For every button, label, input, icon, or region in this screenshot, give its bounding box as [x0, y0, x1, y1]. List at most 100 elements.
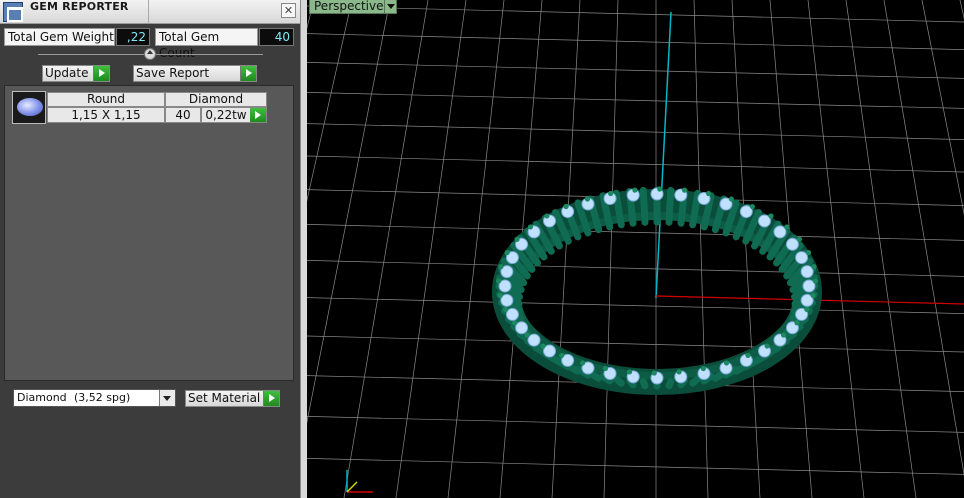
prong-bead	[498, 264, 504, 270]
prong-bead	[812, 278, 819, 284]
gem-material-header: Diamond	[165, 92, 267, 107]
prong-bead	[745, 352, 751, 359]
ring-prong	[665, 186, 675, 226]
prong-bead	[511, 320, 518, 326]
gem-shape-header: Round	[47, 92, 165, 107]
y-axis-line	[655, 11, 672, 299]
prong-bead	[563, 203, 569, 210]
chevron-down-icon[interactable]	[159, 390, 175, 406]
viewport-label[interactable]: Perspective	[309, 0, 389, 14]
prong-bead	[728, 196, 734, 202]
prong-bead	[804, 306, 810, 313]
diamond-stone	[500, 293, 514, 307]
grid-line-horizontal	[307, 155, 964, 173]
update-button[interactable]: Update	[42, 65, 110, 82]
grid-line-horizontal	[307, 458, 964, 475]
prong-bead	[676, 369, 682, 375]
prong-bead	[502, 306, 509, 313]
viewport-scene	[307, 0, 964, 498]
prong-bead	[805, 249, 812, 256]
grid-line-vertical	[921, 0, 964, 216]
grid-line-vertical	[395, 0, 467, 498]
grid	[307, 0, 964, 498]
ring-prong	[689, 375, 702, 387]
play-arrow-icon	[240, 66, 256, 81]
prong-bead	[651, 370, 657, 376]
ring-prong	[665, 378, 675, 390]
prong-bead	[768, 213, 774, 219]
total-gem-weight-value: ,22	[116, 28, 150, 46]
prong-bead	[504, 249, 510, 256]
diamond-stone	[800, 265, 814, 279]
gem-list: Round Diamond 1,15 X 1,15 40 0,22tw	[4, 85, 294, 381]
gem-reporter-icon	[3, 2, 23, 22]
update-button-label: Update	[45, 66, 89, 80]
prong-bead	[580, 360, 586, 366]
prong-bead	[705, 190, 712, 197]
prong-bead	[527, 224, 534, 230]
grid-line-horizontal	[307, 5, 964, 23]
diamond-stone	[505, 307, 519, 321]
prong-bead	[723, 360, 730, 366]
prong-bead	[626, 369, 633, 375]
prong-bead	[811, 264, 817, 270]
slider-thumb[interactable]	[144, 48, 156, 60]
gem-count-cell: 40	[165, 107, 201, 123]
material-select[interactable]: Diamond (3,52 spg)	[13, 389, 176, 407]
play-arrow-icon	[250, 108, 266, 122]
grid-line-vertical	[603, 0, 619, 498]
gem-weight-cell: 0,22tw	[201, 107, 251, 123]
prong-bead	[764, 343, 770, 349]
gem-row-select-button[interactable]	[250, 107, 267, 123]
diamond-stone	[795, 251, 809, 265]
perspective-viewport[interactable]	[307, 0, 964, 498]
axis-gizmo	[346, 470, 373, 493]
ring-prong	[586, 369, 603, 382]
prong-bead	[657, 186, 663, 192]
grid-line-vertical	[693, 0, 709, 498]
grid-line-horizontal	[307, 260, 964, 277]
prong-bead	[497, 292, 503, 298]
grid-line-horizontal	[307, 33, 964, 50]
material-specific-gravity: (3,52 spg)	[74, 391, 131, 404]
close-icon[interactable]: ✕	[281, 3, 296, 18]
prong-bead	[559, 352, 565, 359]
total-gem-weight-label: Total Gem Weight	[4, 28, 115, 46]
prong-bead	[700, 365, 706, 372]
grid-line-horizontal	[307, 224, 964, 241]
ring-prong	[711, 369, 728, 382]
save-report-button[interactable]: Save Report	[133, 65, 257, 82]
prong-bead	[796, 236, 803, 242]
diamond-stone	[773, 225, 787, 239]
ring-prong	[639, 186, 649, 226]
diamond-stone	[785, 237, 799, 251]
grid-line-vertical	[307, 0, 391, 424]
play-arrow-icon	[263, 391, 279, 406]
window-title: GEM REPORTER	[30, 0, 129, 13]
prong-bead	[780, 332, 787, 338]
set-material-button-label: Set Material	[188, 391, 261, 405]
grid-line-horizontal	[307, 335, 964, 353]
grid-line-vertical	[307, 0, 315, 30]
diamond-stone	[515, 321, 529, 335]
prong-bead	[602, 365, 609, 372]
chevron-down-icon[interactable]	[384, 0, 397, 14]
gizmo-y-axis	[346, 481, 358, 493]
grid-line-horizontal	[307, 62, 964, 79]
grid-line-horizontal	[307, 297, 964, 314]
title-bar: GEM REPORTER ✕	[0, 0, 300, 24]
panel-splitter[interactable]	[300, 0, 307, 498]
prong-bead	[681, 187, 688, 193]
prong-bead	[810, 292, 816, 298]
grid-line-vertical	[883, 0, 964, 477]
gem-size-cell: 1,15 X 1,15	[47, 107, 165, 123]
ring-prong	[639, 378, 649, 390]
grid-line-vertical	[959, 0, 964, 20]
prong-bead	[749, 203, 755, 210]
set-material-button[interactable]: Set Material	[185, 390, 280, 407]
round-gem-thumbnail[interactable]	[12, 91, 46, 124]
gem-reporter-panel: GEM REPORTER ✕ Total Gem Weight ,22 Tota…	[0, 0, 300, 498]
prong-bead	[794, 320, 800, 326]
grid-line-vertical	[551, 0, 581, 498]
grid-line-vertical	[307, 0, 353, 202]
